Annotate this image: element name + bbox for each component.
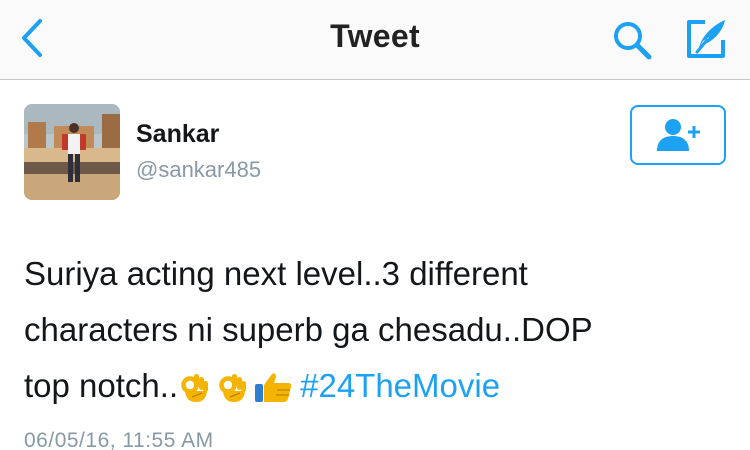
thumbs-up-icon xyxy=(255,373,292,402)
tweet-line: characters ni superb ga chesadu..DOP xyxy=(24,311,593,348)
display-name[interactable]: Sankar xyxy=(136,120,219,149)
search-icon xyxy=(614,22,652,60)
compose-button[interactable] xyxy=(680,14,732,64)
search-button[interactable] xyxy=(608,16,656,64)
user-handle[interactable]: @sankar485 xyxy=(136,157,261,183)
navigation-bar: Tweet xyxy=(0,0,750,80)
ok-hand-emoji xyxy=(178,364,210,420)
ok-hand-icon xyxy=(219,374,247,402)
profile-photo xyxy=(24,104,120,200)
compose-icon xyxy=(687,20,725,58)
tweet-line-text: top notch.. xyxy=(24,367,179,404)
add-person-icon xyxy=(657,119,700,151)
hashtag-link[interactable]: #24TheMovie xyxy=(300,367,500,404)
follow-button[interactable] xyxy=(630,105,726,165)
ok-hand-icon xyxy=(181,374,209,402)
thumbs-up-emoji xyxy=(254,364,294,420)
tweet-line: top notch.. #24TheMovie xyxy=(24,358,729,420)
ok-hand-emoji xyxy=(216,364,248,420)
tweet-timestamp: 06/05/16, 11:55 AM xyxy=(24,429,214,450)
tweet-line: Suriya acting next level..3 different xyxy=(24,255,528,292)
avatar[interactable] xyxy=(24,104,120,200)
tweet-text: Suriya acting next level..3 different ch… xyxy=(24,246,729,420)
